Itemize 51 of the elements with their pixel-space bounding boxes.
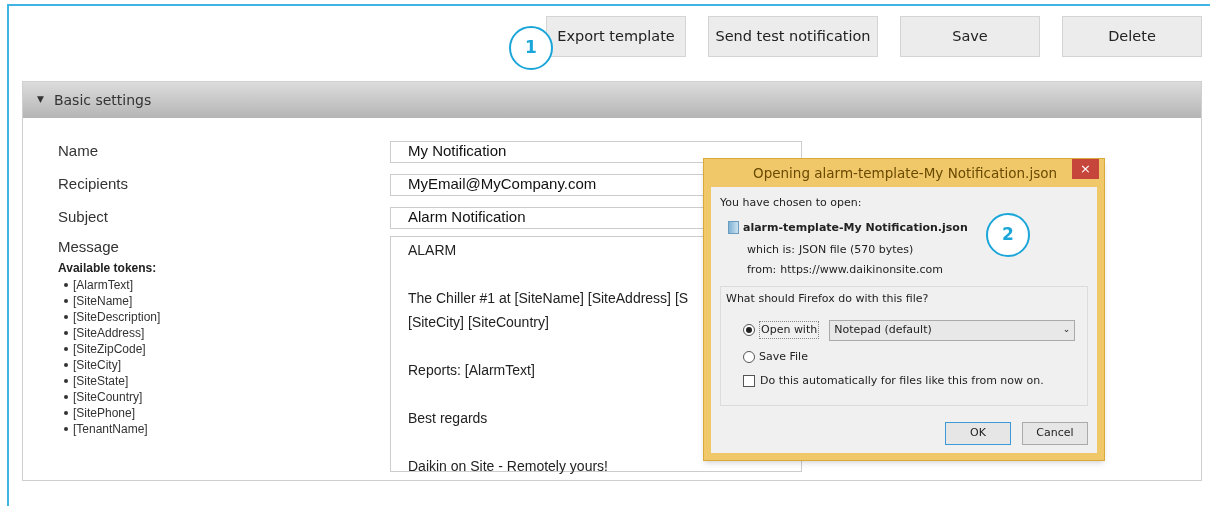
dialog-button[interactable]: Cancel xyxy=(1022,422,1088,445)
radio-button[interactable] xyxy=(743,350,755,363)
dialog-button[interactable]: OK xyxy=(945,422,1011,445)
callout-number: 1 xyxy=(509,26,553,70)
bullet-icon xyxy=(64,378,68,383)
bullet-icon xyxy=(64,282,68,287)
chevron-icon: ⌄ xyxy=(1062,323,1071,337)
message-line: Best regards xyxy=(408,409,488,428)
message-line: ALARM xyxy=(408,241,457,260)
token-item: [SiteCountry] xyxy=(73,388,143,406)
checkbox[interactable] xyxy=(743,375,755,388)
field-label: Name xyxy=(58,141,99,162)
option-label: Open with xyxy=(759,320,820,340)
message-line: The Chiller #1 at [SiteName] [SiteAddress] [S xyxy=(408,289,689,308)
token-item: [SiteState] xyxy=(73,372,129,390)
bullet-icon xyxy=(64,314,68,319)
bullet-icon xyxy=(64,330,68,335)
bullet-icon xyxy=(64,298,68,303)
token-item: [SiteAddress] xyxy=(73,324,145,342)
toolbar-button[interactable]: Export template xyxy=(546,16,686,57)
close-button[interactable]: × xyxy=(1072,159,1099,179)
file-type: JSON file (570 bytes) xyxy=(799,242,914,258)
bullet-icon xyxy=(64,410,68,415)
token-item: [AlarmText] xyxy=(73,276,133,294)
token-item: [SiteZipCode] xyxy=(73,340,146,358)
field-label: Subject xyxy=(58,207,110,228)
toolbar-button[interactable]: Delete xyxy=(1062,16,1202,57)
token-item: [SiteName] xyxy=(73,292,133,310)
bullet-icon xyxy=(64,426,68,431)
field-label: Recipients xyxy=(58,174,130,195)
message-line: [SiteCity] [SiteCountry] xyxy=(408,313,549,332)
field-label: Message xyxy=(58,237,120,257)
section-header[interactable]: ▼ Basic settings xyxy=(23,82,1201,118)
token-item: [SiteCity] xyxy=(73,356,121,374)
app-dropdown[interactable]: Notepad (default) ⌄ xyxy=(829,319,1076,341)
message-line: Reports: [AlarmText] xyxy=(408,361,535,380)
token-item: [SiteDescription] xyxy=(73,308,161,326)
token-item: [SitePhone] xyxy=(73,404,136,422)
from-label: from: xyxy=(747,261,777,278)
bullet-icon xyxy=(64,346,68,351)
file-icon xyxy=(728,221,739,235)
radio-button[interactable] xyxy=(743,324,755,336)
bullet-icon xyxy=(64,362,68,367)
which-is-label: which is: xyxy=(747,242,796,258)
callout-number: 2 xyxy=(986,213,1030,257)
toolbar-button[interactable]: Save xyxy=(900,16,1040,57)
toolbar-button[interactable]: Send test notification xyxy=(708,16,878,57)
token-item: [TenantName] xyxy=(73,420,148,438)
bullet-icon xyxy=(64,394,68,399)
caret-icon: ▼ xyxy=(37,93,44,107)
tokens-heading: Available tokens: xyxy=(58,259,158,277)
